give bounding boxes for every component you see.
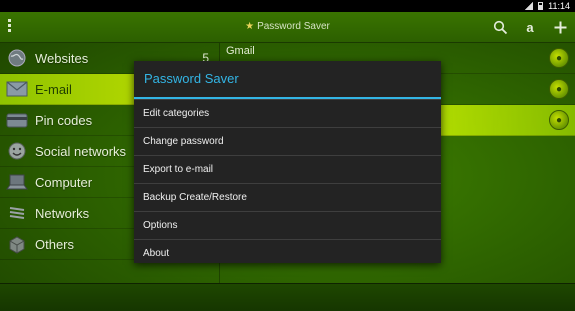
smiley-icon [5,140,29,162]
battery-icon [538,2,544,10]
sidebar-item-label: Networks [35,205,90,221]
search-icon[interactable] [489,16,511,38]
envelope-icon [5,78,29,100]
menu-item-backup-create-restore[interactable]: Backup Create/Restore [134,183,441,211]
menu-item-about[interactable]: About [134,239,441,267]
clock: 11:14 [548,1,570,11]
menu-item-options[interactable]: Options [134,211,441,239]
add-icon[interactable] [549,16,571,38]
menu-item-change-password[interactable]: Change password [134,127,441,155]
card-icon [5,109,29,131]
sidebar-item-label: Computer [35,174,93,190]
options-dialog: Password Saver Edit categories Change pa… [134,61,441,263]
box-icon [5,233,29,255]
laptop-icon [5,171,29,193]
sidebar-item-label: Websites [35,50,89,66]
entry-action-icon[interactable]: ● [549,110,569,130]
sidebar-item-label: E-mail [35,81,72,97]
globe-icon [5,47,29,69]
entry-action-icon[interactable]: ● [549,48,569,68]
menu-item-export-to-email[interactable]: Export to e-mail [134,155,441,183]
status-bar: 11:14 [0,0,575,12]
signal-icon [525,2,534,10]
sort-button[interactable]: a [519,16,541,38]
entry-name: Gmail [226,45,255,57]
entry-action-icon[interactable]: ● [549,79,569,99]
sidebar-item-label: Pin codes [35,112,93,128]
wifi-icon [5,202,29,224]
action-bar: ★ Password Saver a [0,12,575,43]
dialog-title: Password Saver [144,71,239,86]
bottom-bar [0,283,575,311]
menu-item-edit-categories[interactable]: Edit categories [134,99,441,127]
sidebar-item-label: Social networks [35,143,127,159]
sidebar-item-label: Others [35,236,75,252]
star-icon: ★ [245,21,255,32]
